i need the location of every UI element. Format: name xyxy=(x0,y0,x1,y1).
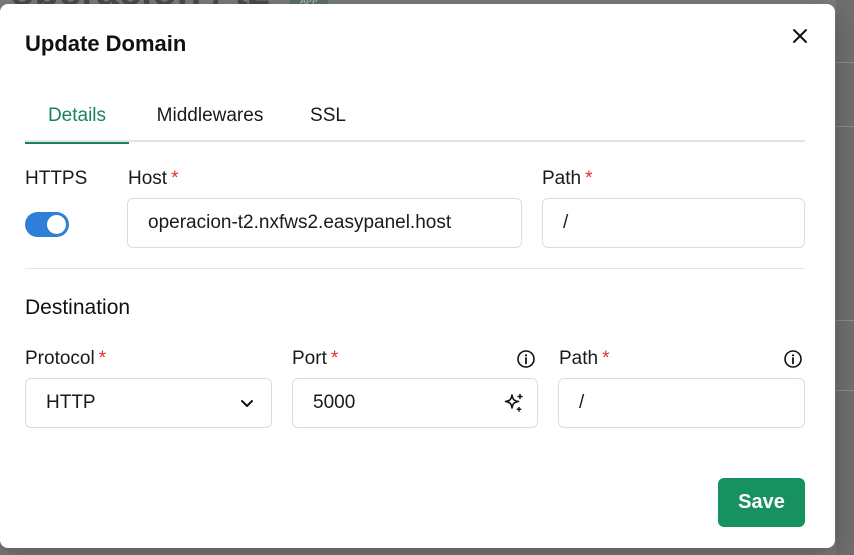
destination-path-label: Path * xyxy=(559,348,610,370)
path-label: Path * xyxy=(542,168,593,190)
path-input-value: / xyxy=(563,212,569,233)
required-marker: * xyxy=(602,348,610,369)
port-label-text: Port xyxy=(292,348,327,369)
required-marker: * xyxy=(330,348,339,369)
background-divider xyxy=(836,390,854,391)
https-label: HTTPS xyxy=(25,168,87,190)
background-divider xyxy=(836,126,854,127)
port-input[interactable]: 5000 xyxy=(292,378,538,428)
required-marker: * xyxy=(171,168,179,189)
chevron-down-icon xyxy=(241,400,253,407)
protocol-label-text: Protocol xyxy=(25,348,95,369)
destination-path-input[interactable]: / xyxy=(558,378,805,428)
background-divider xyxy=(836,62,854,63)
port-label: Port * xyxy=(292,348,338,370)
sparkle-icon[interactable] xyxy=(503,392,525,414)
background-panel xyxy=(836,0,854,555)
destination-title: Destination xyxy=(25,296,131,319)
protocol-label: Protocol * xyxy=(25,348,106,370)
destination-path-input-value: / xyxy=(579,392,585,413)
protocol-select-value: HTTP xyxy=(46,392,96,413)
tab-details[interactable]: Details xyxy=(25,90,129,144)
section-divider xyxy=(25,268,805,269)
path-info-icon[interactable] xyxy=(783,349,803,369)
host-input-value: operacion-t2.nxfws2.easypanel.host xyxy=(148,212,452,233)
path-input[interactable]: / xyxy=(542,198,805,248)
host-input[interactable]: operacion-t2.nxfws2.easypanel.host xyxy=(127,198,522,248)
x-icon xyxy=(793,29,807,43)
host-label-text: Host xyxy=(128,168,168,189)
required-marker: * xyxy=(585,168,593,189)
tab-bar: Details Middlewares SSL xyxy=(25,90,805,144)
port-info-icon[interactable] xyxy=(516,349,536,369)
host-label: Host * xyxy=(128,168,178,190)
toggle-knob xyxy=(47,215,66,234)
destination-path-label-text: Path xyxy=(559,348,599,369)
tab-ssl[interactable]: SSL xyxy=(303,90,353,142)
https-label-text: HTTPS xyxy=(25,168,88,189)
background-divider xyxy=(836,320,854,321)
port-input-value: 5000 xyxy=(313,392,356,413)
tab-middlewares[interactable]: Middlewares xyxy=(143,90,277,142)
update-domain-dialog: Update Domain Details Middlewares SSL HT… xyxy=(0,4,835,548)
protocol-select[interactable]: HTTP xyxy=(25,378,272,428)
dialog-title: Update Domain xyxy=(25,31,187,56)
https-toggle[interactable] xyxy=(25,212,69,237)
save-button[interactable]: Save xyxy=(718,478,805,527)
close-button[interactable] xyxy=(788,24,812,48)
required-marker: * xyxy=(98,348,107,369)
path-label-text: Path xyxy=(542,168,582,189)
